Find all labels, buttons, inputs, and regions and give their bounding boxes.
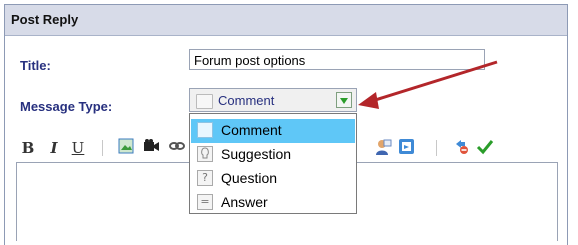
annotation-arrow: [358, 60, 498, 109]
